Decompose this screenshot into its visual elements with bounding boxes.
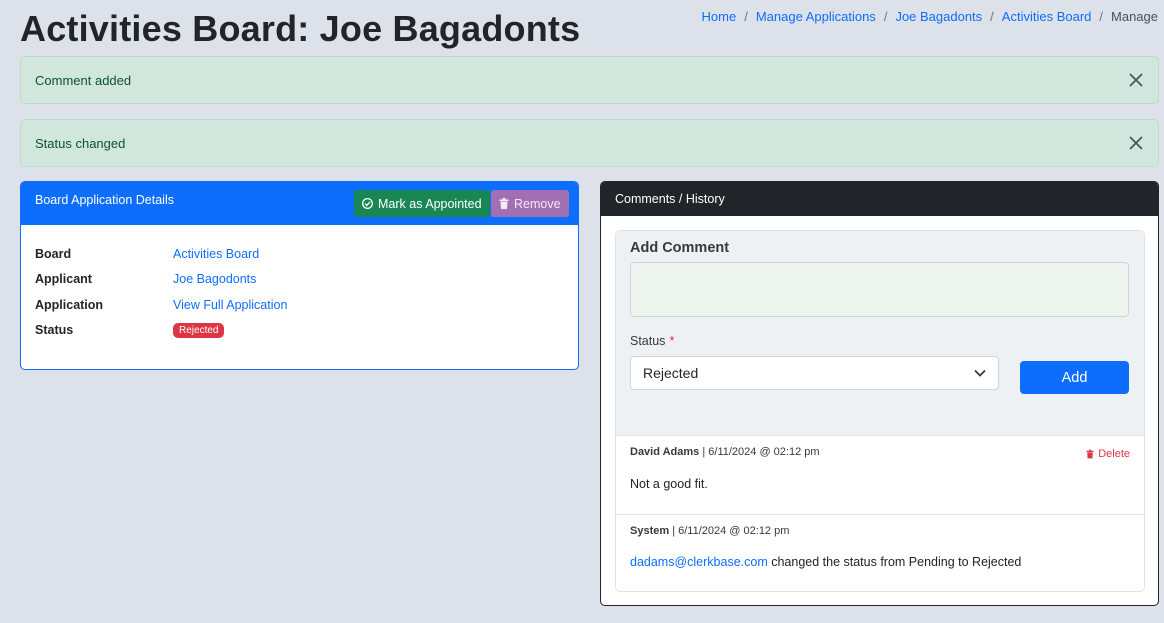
breadcrumb-separator: / bbox=[883, 9, 888, 24]
required-marker: * bbox=[669, 334, 675, 348]
mark-as-appointed-label: Mark as Appointed bbox=[378, 196, 482, 211]
detail-label: Status bbox=[35, 323, 74, 338]
comment-item: System | 6/11/2024 @ 02:12 pm dadams@cle… bbox=[616, 515, 1144, 591]
comment-body-rest: changed the status from Pending to Rejec… bbox=[767, 555, 1022, 569]
add-comment-title: Add Comment bbox=[630, 240, 730, 256]
details-card-title: Board Application Details bbox=[35, 193, 174, 207]
breadcrumb-separator: / bbox=[990, 9, 994, 24]
breadcrumb-applicant-link[interactable]: Joe Bagadonts bbox=[895, 9, 982, 24]
add-comment-section: Add Comment Status * Rejected Add bbox=[616, 231, 1144, 436]
remove-label: Remove bbox=[514, 196, 561, 211]
details-list: Board Activities Board Applicant Joe Bag… bbox=[21, 225, 578, 343]
comments-card-title: Comments / History bbox=[615, 192, 725, 206]
board-application-details-card: Board Application Details Mark as Appoin… bbox=[20, 181, 579, 370]
close-icon[interactable] bbox=[1128, 72, 1144, 88]
view-full-application-link[interactable]: View Full Application bbox=[173, 298, 287, 312]
comment-author: David Adams bbox=[630, 446, 700, 458]
breadcrumb-current: Manage bbox=[1111, 9, 1158, 24]
status-badge: Rejected bbox=[173, 323, 225, 339]
breadcrumb-separator: / bbox=[744, 9, 748, 24]
comment-body: Not a good fit. bbox=[630, 477, 708, 491]
page-title: Activities Board: Joe Bagadonts bbox=[20, 8, 581, 49]
comment-body: dadams@clerkbase.com changed the status … bbox=[630, 555, 1021, 569]
close-icon[interactable] bbox=[1128, 135, 1144, 151]
detail-row-status: Status Rejected bbox=[35, 318, 564, 344]
details-card-header: Board Application Details Mark as Appoin… bbox=[21, 182, 578, 225]
check-circle-icon bbox=[362, 198, 373, 209]
comment-timestamp: 6/11/2024 @ 02:12 pm bbox=[708, 446, 820, 458]
breadcrumb-home-link[interactable]: Home bbox=[702, 9, 737, 24]
comment-timestamp: 6/11/2024 @ 02:12 pm bbox=[678, 525, 790, 537]
comment-meta: System | 6/11/2024 @ 02:12 pm bbox=[630, 525, 789, 537]
comment-textarea[interactable] bbox=[630, 262, 1129, 317]
comment-item: David Adams | 6/11/2024 @ 02:12 pm Delet… bbox=[616, 436, 1144, 515]
mark-as-appointed-button[interactable]: Mark as Appointed bbox=[354, 190, 490, 217]
status-field-label: Status * bbox=[630, 334, 674, 348]
comment-author: System bbox=[630, 525, 670, 537]
chevron-down-icon bbox=[974, 369, 986, 377]
delete-label: Delete bbox=[1098, 448, 1130, 460]
trash-icon bbox=[499, 198, 509, 209]
comment-meta-separator: | bbox=[669, 525, 679, 537]
alert-status-changed: Status changed bbox=[20, 119, 1159, 167]
alert-comment-added: Comment added bbox=[20, 56, 1159, 104]
detail-label: Board bbox=[35, 246, 72, 261]
alert-message: Status changed bbox=[35, 135, 126, 151]
comment-panel: Add Comment Status * Rejected Add David A… bbox=[615, 230, 1145, 592]
breadcrumb-manage-applications-link[interactable]: Manage Applications bbox=[756, 9, 876, 24]
add-comment-button[interactable]: Add bbox=[1020, 361, 1129, 394]
detail-row-board: Board Activities Board bbox=[35, 241, 564, 267]
detail-label: Applicant bbox=[35, 272, 92, 287]
detail-label: Application bbox=[35, 297, 104, 312]
detail-row-application: Application View Full Application bbox=[35, 292, 564, 318]
comment-meta: David Adams | 6/11/2024 @ 02:12 pm bbox=[630, 446, 820, 458]
status-select[interactable]: Rejected bbox=[630, 356, 999, 390]
alert-message: Comment added bbox=[35, 72, 132, 88]
breadcrumb-separator: / bbox=[1099, 9, 1104, 24]
delete-comment-button[interactable]: Delete bbox=[1086, 448, 1130, 460]
detail-row-applicant: Applicant Joe Bagodonts bbox=[35, 267, 564, 293]
trash-icon bbox=[1086, 449, 1094, 459]
board-link[interactable]: Activities Board bbox=[173, 247, 259, 261]
comment-meta-separator: | bbox=[699, 446, 709, 458]
breadcrumb-board-link[interactable]: Activities Board bbox=[1002, 9, 1092, 24]
user-email-link[interactable]: dadams@clerkbase.com bbox=[630, 555, 768, 569]
status-selected-value: Rejected bbox=[643, 365, 699, 381]
comments-history-card: Comments / History Add Comment Status * R… bbox=[600, 181, 1159, 606]
remove-button[interactable]: Remove bbox=[491, 190, 569, 217]
status-label-text: Status bbox=[630, 334, 666, 348]
breadcrumb: Home / Manage Applications / Joe Bagadon… bbox=[702, 9, 1158, 24]
applicant-link[interactable]: Joe Bagodonts bbox=[173, 272, 256, 286]
comments-card-header: Comments / History bbox=[601, 182, 1158, 216]
